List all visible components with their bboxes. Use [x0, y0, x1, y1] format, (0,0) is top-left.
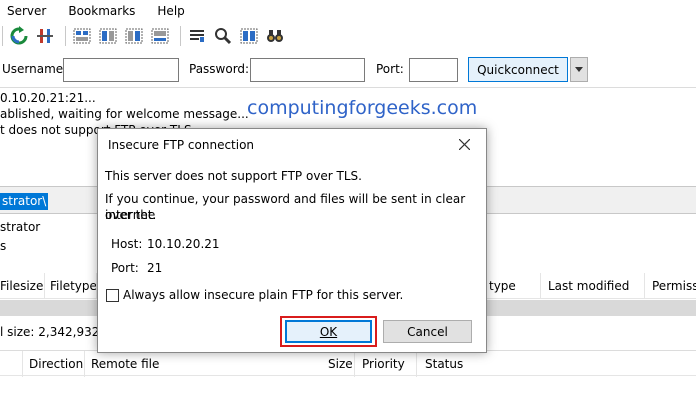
host-label: Host:	[111, 237, 143, 251]
password-input[interactable]	[250, 58, 365, 82]
column-divider[interactable]	[644, 273, 645, 299]
column-divider[interactable]	[84, 351, 85, 377]
watermark-text: computingforgeeks.com	[247, 97, 478, 119]
port-label: Port:	[111, 261, 139, 275]
column-divider[interactable]	[540, 273, 541, 299]
column-remote-file[interactable]: Remote file	[91, 357, 159, 371]
toggle-local-tree-icon[interactable]	[97, 25, 119, 47]
toggle-remote-tree-icon[interactable]	[123, 25, 145, 47]
dialog-warning-line-2: internet.	[105, 208, 157, 222]
ok-button[interactable]: OK	[285, 320, 372, 343]
column-divider[interactable]	[354, 351, 355, 377]
column-filesize[interactable]: Filesize	[0, 279, 43, 293]
always-allow-checkbox[interactable]	[106, 289, 119, 302]
column-direction[interactable]: Direction	[29, 357, 83, 371]
tree-item[interactable]: strator	[0, 220, 40, 234]
port-value: 21	[147, 261, 163, 275]
cancel-button-label: Cancel	[407, 324, 448, 339]
dialog-warning-line-1: If you continue, your password and files…	[105, 192, 466, 222]
toolbar-separator	[65, 26, 66, 46]
column-last-modified[interactable]: Last modified	[548, 279, 629, 293]
process-queue-icon[interactable]	[34, 25, 56, 47]
column-divider[interactable]	[416, 351, 417, 377]
dialog-title: Insecure FTP connection	[108, 138, 255, 152]
menu-bar: Server Bookmarks Help	[0, 0, 696, 22]
menu-help[interactable]: Help	[157, 4, 184, 18]
dialog-message: This server does not support FTP over TL…	[105, 169, 362, 183]
port-input[interactable]	[409, 58, 458, 82]
toolbar-separator	[180, 26, 181, 46]
column-filetype[interactable]: Filetype	[50, 279, 97, 293]
column-priority[interactable]: Priority	[362, 357, 405, 371]
log-line: ablished, waiting for welcome message...	[0, 107, 249, 121]
column-status[interactable]: Status	[425, 357, 463, 371]
insecure-ftp-dialog: Insecure FTP connection This server does…	[97, 128, 487, 353]
menu-bookmarks[interactable]: Bookmarks	[68, 4, 135, 18]
column-size[interactable]: Size	[328, 357, 353, 371]
always-allow-label[interactable]: Always allow insecure plain FTP for this…	[123, 288, 403, 302]
port-label: Port:	[376, 62, 404, 76]
tree-item[interactable]: s	[0, 239, 6, 253]
host-value: 10.10.20.21	[147, 237, 220, 251]
cancel-button[interactable]: Cancel	[383, 320, 472, 343]
ok-button-label: OK	[319, 324, 338, 339]
toggle-message-log-icon[interactable]	[71, 25, 93, 47]
chevron-down-icon	[575, 67, 583, 72]
toolbar-separator	[2, 26, 3, 46]
refresh-icon[interactable]	[8, 25, 30, 47]
toggle-transfer-queue-icon[interactable]	[149, 25, 171, 47]
username-label: Username:	[2, 62, 68, 76]
quickconnect-dropdown-button[interactable]	[570, 57, 588, 82]
menu-server[interactable]: Server	[7, 4, 46, 18]
filter-icon[interactable]	[186, 25, 208, 47]
password-label: Password:	[189, 62, 250, 76]
quickconnect-button[interactable]: Quickconnect	[468, 57, 568, 82]
log-line: 0.10.20.21:21...	[0, 91, 96, 105]
column-divider[interactable]	[44, 273, 45, 299]
column-divider[interactable]	[22, 351, 23, 377]
transfer-queue-list	[0, 377, 696, 413]
find-binoculars-icon[interactable]	[264, 25, 286, 47]
toolbar	[0, 22, 696, 50]
quickconnect-bar: Username: Password: Port: Quickconnect	[0, 52, 696, 88]
column-filetype-remote[interactable]: type	[489, 279, 516, 293]
local-site-path-input[interactable]: strator\	[0, 193, 49, 210]
column-permissions[interactable]: Permiss	[652, 279, 696, 293]
compare-icon[interactable]	[238, 25, 260, 47]
username-input[interactable]	[63, 58, 179, 82]
dialog-close-button[interactable]	[452, 134, 476, 154]
transfer-queue-header: Direction Remote file Size Priority Stat…	[0, 350, 696, 377]
search-icon[interactable]	[212, 25, 234, 47]
close-icon	[458, 138, 470, 150]
